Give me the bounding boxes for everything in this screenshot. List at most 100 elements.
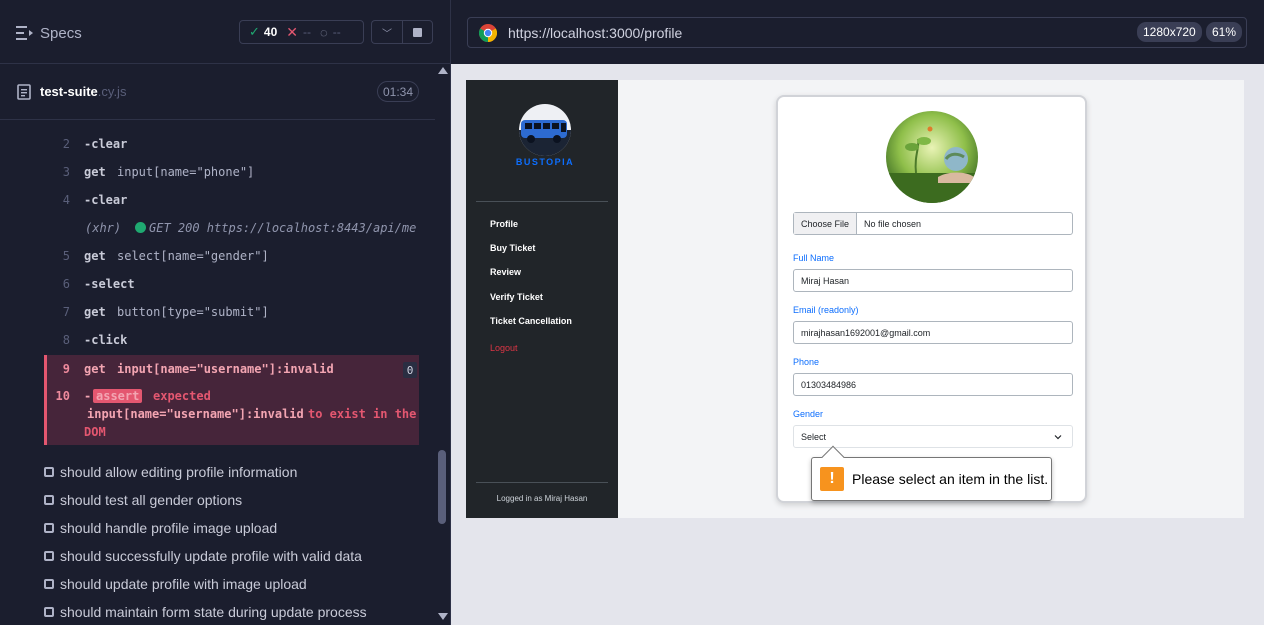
dropdown-button[interactable]: ﹀ bbox=[371, 20, 402, 44]
logout-link[interactable]: Logout bbox=[490, 343, 518, 353]
command-number: 2 bbox=[62, 137, 70, 151]
command-row[interactable]: 2 -clear bbox=[44, 129, 419, 157]
passed-count: 40 bbox=[263, 25, 278, 39]
file-icon bbox=[17, 84, 31, 100]
assert-message: to exist in the bbox=[308, 407, 417, 421]
nav-item-profile[interactable]: Profile bbox=[490, 219, 518, 229]
warning-icon: ! bbox=[820, 467, 844, 491]
email-label: Email (readonly) bbox=[793, 305, 859, 315]
command-name: get bbox=[84, 362, 106, 376]
command-name: -clear bbox=[84, 137, 128, 151]
spec-file-basename: test-suite bbox=[40, 84, 98, 99]
command-row[interactable]: 7 get button[type="submit"] bbox=[44, 297, 419, 325]
failed-command-block[interactable]: 9 get input[name="username"]:invalid 0 1… bbox=[44, 355, 419, 445]
element-count-badge: 0 bbox=[403, 362, 417, 378]
command-log: 2 -clear 3 get input[name="phone"] 4 -cl… bbox=[0, 121, 435, 625]
command-row[interactable]: 6 -select bbox=[44, 269, 419, 297]
assert-selector: input[name="username"]:invalid bbox=[87, 407, 304, 421]
nav-item-ticket-cancellation[interactable]: Ticket Cancellation bbox=[490, 316, 572, 326]
duration-badge: 01:34 bbox=[377, 81, 419, 102]
gender-label: Gender bbox=[793, 409, 824, 419]
choose-file-button[interactable]: Choose File bbox=[794, 213, 858, 234]
test-item[interactable]: should maintain form state during update… bbox=[44, 604, 367, 620]
command-message: select[name="gender"] bbox=[117, 249, 269, 263]
command-message: input[name="username"]:invalid bbox=[117, 362, 334, 376]
test-title: should update profile with image upload bbox=[60, 576, 307, 592]
test-title: should test all gender options bbox=[60, 492, 243, 508]
test-item[interactable]: should handle profile image upload bbox=[44, 520, 277, 536]
failed-count: -- bbox=[303, 25, 311, 39]
nav-item-buy-ticket[interactable]: Buy Ticket bbox=[490, 243, 535, 253]
pending-icon: ◌ bbox=[320, 24, 328, 40]
specs-list-icon[interactable] bbox=[16, 25, 34, 41]
app-sidebar: BUSTOPIA Profile Buy Ticket Review Verif… bbox=[466, 80, 618, 518]
command-name: -select bbox=[84, 277, 135, 291]
nav-item-review[interactable]: Review bbox=[490, 267, 521, 277]
scroll-up-arrow-icon[interactable] bbox=[438, 67, 448, 74]
no-file-text: No file chosen bbox=[864, 218, 922, 229]
xhr-row[interactable]: (xhr) GET 200 https://localhost:8443/api… bbox=[44, 213, 419, 241]
app-logo-text: BUSTOPIA bbox=[515, 157, 575, 167]
test-status-icon bbox=[44, 467, 54, 477]
nav-item-verify-ticket[interactable]: Verify Ticket bbox=[490, 292, 543, 302]
test-item[interactable]: should update profile with image upload bbox=[44, 576, 307, 592]
xhr-request: GET 200 https://localhost:8443/api/me bbox=[149, 221, 417, 235]
stop-button[interactable] bbox=[402, 20, 433, 44]
pending-count: -- bbox=[332, 25, 341, 39]
spec-file-name[interactable]: test-suite.cy.js bbox=[40, 84, 126, 99]
scrollbar-thumb[interactable] bbox=[438, 450, 446, 524]
chrome-browser-icon bbox=[479, 24, 497, 42]
command-number: 5 bbox=[62, 249, 70, 263]
test-item[interactable]: should successfully update profile with … bbox=[44, 548, 362, 564]
test-stats: ✓ 40 ✕ -- ◌ -- bbox=[239, 20, 364, 44]
url-text[interactable]: https://localhost:3000/profile bbox=[508, 25, 682, 41]
command-row[interactable]: 5 get select[name="gender"] bbox=[44, 241, 419, 269]
test-status-icon bbox=[44, 523, 54, 533]
assert-badge: assert bbox=[93, 389, 143, 403]
app-frame: BUSTOPIA Profile Buy Ticket Review Verif… bbox=[466, 80, 1244, 518]
email-input: mirajhasan1692001@gmail.com bbox=[793, 321, 1073, 344]
stop-icon bbox=[413, 27, 422, 37]
url-bar: https://localhost:3000/profile 1280x720 … bbox=[451, 0, 1264, 64]
command-row[interactable]: 3 get input[name="phone"] bbox=[44, 157, 419, 185]
command-name: -click bbox=[84, 333, 128, 347]
command-row[interactable]: 8 -click bbox=[44, 325, 419, 353]
chevron-down-icon: ﹀ bbox=[382, 28, 392, 40]
specs-label[interactable]: Specs bbox=[40, 25, 82, 42]
gender-select-value: Select bbox=[801, 431, 827, 442]
command-message: button[type="submit"] bbox=[117, 305, 269, 319]
sidebar-divider bbox=[476, 482, 608, 483]
test-title: should allow editing profile information bbox=[60, 464, 298, 480]
test-item[interactable]: should test all gender options bbox=[44, 492, 242, 508]
phone-input[interactable]: 01303484986 bbox=[793, 373, 1073, 396]
test-item[interactable]: should allow editing profile information bbox=[44, 464, 297, 480]
profile-image-input[interactable]: Choose File No file chosen bbox=[793, 212, 1073, 235]
check-icon: ✓ bbox=[249, 24, 260, 39]
test-status-icon bbox=[44, 579, 54, 589]
command-row[interactable]: 4 -clear bbox=[44, 185, 419, 213]
command-name: get bbox=[84, 165, 106, 179]
viewport-size-badge: 1280x720 bbox=[1137, 22, 1202, 42]
profile-avatar bbox=[886, 111, 978, 203]
preview-pane: https://localhost:3000/profile 1280x720 … bbox=[451, 0, 1264, 625]
gender-select[interactable]: Select bbox=[793, 425, 1073, 448]
runner-pane: Specs ✓ 40 ✕ -- ◌ -- ﹀ test-suite.cy.js … bbox=[0, 0, 451, 625]
assert-message-end: DOM bbox=[84, 425, 106, 439]
chevron-down-icon bbox=[1054, 434, 1062, 439]
command-number: 3 bbox=[62, 165, 70, 179]
full-name-label: Full Name bbox=[793, 253, 835, 263]
command-number: 4 bbox=[62, 193, 70, 207]
spec-file-ext: .cy.js bbox=[97, 84, 127, 99]
command-name: -clear bbox=[84, 193, 128, 207]
command-name: get bbox=[84, 305, 106, 319]
full-name-input[interactable]: Miraj Hasan bbox=[793, 269, 1073, 292]
sidebar-divider bbox=[476, 201, 608, 202]
xhr-tag: (xhr) bbox=[85, 221, 122, 235]
scrollbar[interactable] bbox=[435, 64, 450, 625]
assert-expected: expected bbox=[153, 389, 211, 403]
zoom-badge: 61% bbox=[1206, 22, 1243, 42]
scroll-down-arrow-icon[interactable] bbox=[438, 613, 448, 620]
x-icon: ✕ bbox=[286, 23, 298, 40]
logged-in-text: Logged in as Miraj Hasan bbox=[496, 494, 588, 503]
test-status-icon bbox=[44, 495, 54, 505]
